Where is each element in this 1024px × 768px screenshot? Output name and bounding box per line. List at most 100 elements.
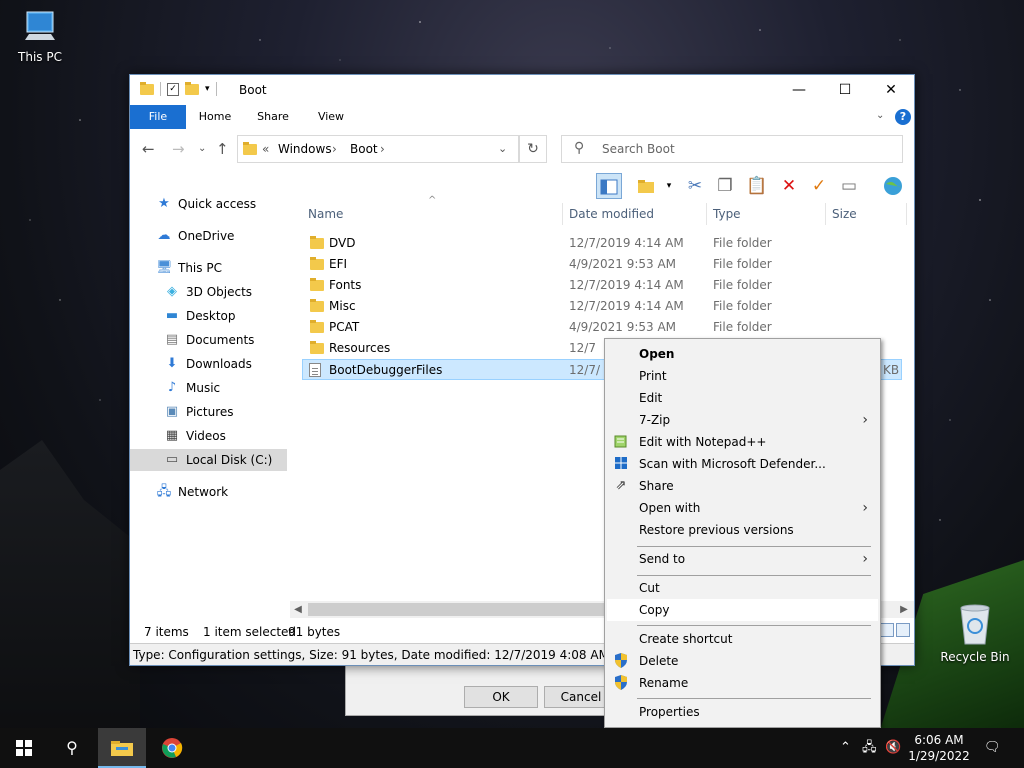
computer-icon: 🖥 bbox=[156, 260, 173, 275]
paste-icon[interactable]: 📋 bbox=[744, 173, 770, 199]
sidebar-item-pictures[interactable]: ▣ Pictures bbox=[164, 401, 234, 423]
table-row[interactable]: DVD 12/7/2019 4:14 AM File folder bbox=[302, 233, 902, 254]
menu-item-properties[interactable]: Properties bbox=[607, 701, 878, 723]
navigation-pane-icon[interactable] bbox=[596, 173, 622, 199]
title-bar[interactable]: ✓ ▾ Boot — ☐ ✕ bbox=[130, 75, 914, 105]
menu-item-rename[interactable]: Rename bbox=[607, 672, 878, 694]
column-header-size[interactable]: Size bbox=[832, 201, 857, 227]
start-button[interactable] bbox=[0, 728, 48, 768]
menu-item-open-with[interactable]: Open with › bbox=[607, 497, 878, 519]
breadcrumb-windows[interactable]: Windows bbox=[278, 142, 332, 156]
forward-arrow-icon[interactable]: → bbox=[172, 140, 185, 158]
maximize-button[interactable]: ☐ bbox=[822, 75, 868, 105]
properties-check-icon[interactable]: ✓ bbox=[167, 82, 179, 96]
back-arrow-icon[interactable]: ← bbox=[142, 140, 155, 158]
desktop-icon: ▬ bbox=[165, 308, 179, 323]
tab-share[interactable]: Share bbox=[248, 105, 298, 129]
show-hidden-icons-chevron-icon[interactable]: ⌃ bbox=[840, 728, 851, 768]
sidebar-item-this-pc[interactable]: 🖥 This PC bbox=[156, 257, 222, 279]
sidebar-item-documents[interactable]: ▤ Documents bbox=[164, 329, 255, 351]
breadcrumb-separator-icon[interactable]: › bbox=[332, 142, 337, 156]
menu-item-label: Open with bbox=[639, 501, 701, 515]
column-header-name[interactable]: Name bbox=[308, 201, 343, 227]
sidebar-item-local-disk[interactable]: ▭ Local Disk (C:) bbox=[130, 449, 287, 471]
menu-item-cut[interactable]: Cut bbox=[607, 577, 878, 599]
menu-item-scan-defender[interactable]: Scan with Microsoft Defender... bbox=[607, 453, 878, 475]
sidebar-item-videos[interactable]: ▦ Videos bbox=[164, 425, 226, 447]
sidebar-item-downloads[interactable]: ⬇ Downloads bbox=[164, 353, 252, 375]
new-folder-icon[interactable] bbox=[185, 81, 199, 95]
rename-icon[interactable]: ▭ bbox=[836, 173, 862, 199]
divider bbox=[215, 82, 217, 96]
menu-item-open[interactable]: Open bbox=[607, 343, 878, 365]
scroll-left-icon[interactable]: ◀ bbox=[290, 601, 306, 618]
tab-view[interactable]: View bbox=[306, 105, 356, 129]
menu-item-share[interactable]: ⇗ Share bbox=[607, 475, 878, 497]
table-row[interactable]: Misc 12/7/2019 4:14 AM File folder bbox=[302, 296, 902, 317]
desktop-icon-recycle-bin[interactable]: Recycle Bin bbox=[935, 602, 1015, 664]
menu-item-copy[interactable]: Copy bbox=[607, 599, 878, 621]
table-row[interactable]: PCAT 4/9/2021 9:53 AM File folder bbox=[302, 317, 902, 338]
menu-item-create-shortcut[interactable]: Create shortcut bbox=[607, 628, 878, 650]
menu-item-delete[interactable]: Delete bbox=[607, 650, 878, 672]
menu-item-label: Properties bbox=[639, 705, 700, 719]
table-row[interactable]: Fonts 12/7/2019 4:14 AM File folder bbox=[302, 275, 902, 296]
expand-ribbon-chevron-icon[interactable]: ⌄ bbox=[876, 110, 884, 121]
menu-item-restore-previous-versions[interactable]: Restore previous versions bbox=[607, 519, 878, 541]
column-header-date[interactable]: Date modified bbox=[569, 201, 654, 227]
notifications-icon[interactable]: 🗨 bbox=[984, 728, 1001, 768]
search-icon[interactable]: ⚲ bbox=[48, 728, 96, 768]
menu-item-edit[interactable]: Edit bbox=[607, 387, 878, 409]
ok-button[interactable]: OK bbox=[464, 686, 538, 708]
menu-item-print[interactable]: Print bbox=[607, 365, 878, 387]
help-icon[interactable]: ? bbox=[895, 109, 911, 125]
recent-locations-chevron-icon[interactable]: ⌄ bbox=[198, 143, 206, 154]
desktop-icon-this-pc[interactable]: This PC bbox=[0, 10, 80, 64]
sidebar-item-quick-access[interactable]: ★ Quick access bbox=[156, 193, 256, 215]
refresh-icon[interactable]: ↻ bbox=[519, 135, 547, 163]
table-row[interactable]: EFI 4/9/2021 9:53 AM File folder bbox=[302, 254, 902, 275]
address-dropdown-chevron-icon[interactable]: ⌄ bbox=[498, 142, 507, 155]
menu-item-label: Edit bbox=[639, 391, 663, 405]
checkmark-icon[interactable]: ✓ bbox=[806, 173, 832, 199]
sidebar-item-onedrive[interactable]: ☁ OneDrive bbox=[156, 225, 235, 247]
sidebar-item-desktop[interactable]: ▬ Desktop bbox=[164, 305, 236, 327]
menu-item-label: Restore previous versions bbox=[639, 523, 794, 537]
folder-icon bbox=[310, 299, 324, 312]
search-box[interactable]: ⚲ Search Boot bbox=[561, 135, 903, 163]
close-button[interactable]: ✕ bbox=[868, 75, 914, 105]
details-view-icon[interactable] bbox=[880, 623, 894, 637]
delete-icon[interactable]: ✕ bbox=[776, 173, 802, 199]
file-explorer-taskbar-icon[interactable] bbox=[98, 728, 146, 768]
minimize-button[interactable]: — bbox=[776, 75, 822, 105]
sidebar-item-label: This PC bbox=[178, 261, 222, 275]
menu-item-send-to[interactable]: Send to › bbox=[607, 548, 878, 570]
new-folder-chevron-icon[interactable]: ▾ bbox=[656, 173, 682, 199]
chrome-icon[interactable] bbox=[148, 728, 196, 768]
cut-icon[interactable]: ✂ bbox=[682, 173, 708, 199]
customize-qat-chevron-icon[interactable]: ▾ bbox=[205, 84, 210, 94]
breadcrumb-separator-icon[interactable]: › bbox=[380, 142, 385, 156]
sidebar-item-network[interactable]: 🖧 Network bbox=[156, 481, 228, 503]
sidebar-item-label: Pictures bbox=[186, 405, 234, 419]
breadcrumb-boot[interactable]: Boot bbox=[350, 142, 378, 156]
globe-icon[interactable] bbox=[880, 173, 906, 199]
network-icon[interactable]: 🖧 bbox=[862, 728, 877, 768]
sidebar-item-3d-objects[interactable]: ◈ 3D Objects bbox=[164, 281, 252, 303]
copy-icon[interactable]: ❐ bbox=[712, 173, 738, 199]
search-input[interactable]: Search Boot bbox=[602, 142, 675, 156]
menu-item-7zip[interactable]: 7-Zip › bbox=[607, 409, 878, 431]
system-clock[interactable]: 6:06 AM 1/29/2022 bbox=[906, 732, 972, 764]
address-bar[interactable]: « Windows › Boot › ⌄ bbox=[237, 135, 519, 163]
scroll-right-icon[interactable]: ▶ bbox=[896, 601, 912, 618]
tab-file[interactable]: File bbox=[130, 105, 186, 129]
large-icons-view-icon[interactable] bbox=[896, 623, 910, 637]
sidebar-item-music[interactable]: ♪ Music bbox=[164, 377, 220, 399]
scrollbar-thumb[interactable] bbox=[308, 603, 608, 616]
column-header-type[interactable]: Type bbox=[713, 201, 741, 227]
tab-home[interactable]: Home bbox=[190, 105, 240, 129]
breadcrumb-overflow[interactable]: « bbox=[262, 142, 269, 156]
volume-muted-icon[interactable]: 🔇 bbox=[885, 728, 901, 768]
menu-item-edit-with-notepad[interactable]: Edit with Notepad++ bbox=[607, 431, 878, 453]
up-arrow-icon[interactable]: ↑ bbox=[216, 140, 229, 158]
